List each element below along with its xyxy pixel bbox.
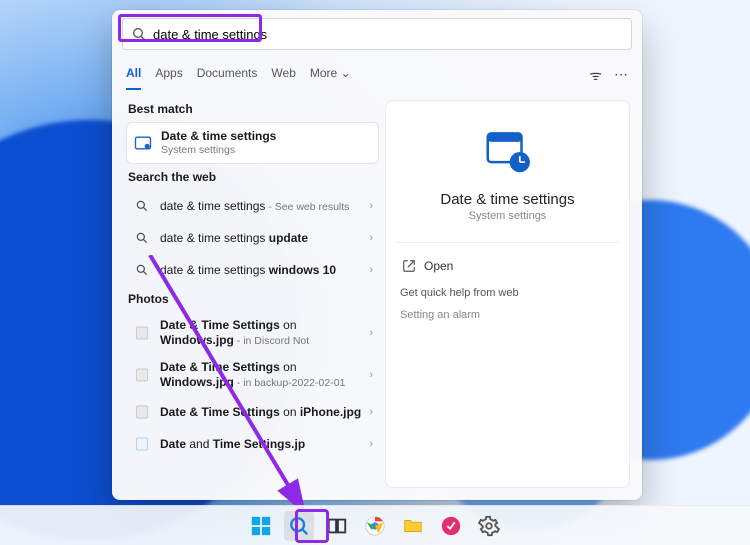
best-match-title: Date & time settings [161, 129, 276, 143]
web-result[interactable]: date & time settings update › [126, 222, 379, 254]
chevron-right-icon: › [363, 264, 373, 276]
tab-apps[interactable]: Apps [155, 60, 182, 90]
image-file-icon [132, 402, 152, 422]
detail-title: Date & time settings [440, 191, 574, 208]
chevron-right-icon: › [363, 369, 373, 381]
chrome-icon[interactable] [360, 511, 390, 541]
tabs: All Apps Documents Web More ⌄ [126, 60, 351, 90]
chevron-right-icon: › [363, 232, 373, 244]
settings-icon[interactable] [474, 511, 504, 541]
chevron-right-icon: › [363, 327, 373, 339]
search-bar-row [112, 10, 642, 54]
image-file-icon [132, 323, 152, 343]
date-time-icon [481, 125, 535, 179]
search-icon [132, 196, 152, 216]
search-input[interactable] [147, 27, 623, 42]
start-button[interactable] [246, 511, 276, 541]
section-best-match: Best match [128, 102, 379, 116]
photo-result[interactable]: Date and Time Settings.jp › [126, 428, 379, 460]
best-match-sub: System settings [161, 144, 372, 157]
chevron-right-icon: › [363, 200, 373, 212]
photo-result[interactable]: Date & Time Settings on Windows.jpg - in… [126, 312, 379, 354]
search-panel: All Apps Documents Web More ⌄ ᯤ ⋯ Best m… [112, 10, 642, 500]
taskbar [0, 505, 750, 545]
search-bar[interactable] [122, 18, 632, 50]
open-action[interactable]: Open [400, 253, 615, 279]
open-icon [402, 259, 416, 273]
tab-more[interactable]: More ⌄ [310, 60, 351, 90]
open-label: Open [424, 259, 453, 273]
quick-help-heading: Get quick help from web [400, 287, 615, 299]
search-button[interactable] [284, 511, 314, 541]
search-icon [132, 228, 152, 248]
chevron-right-icon: › [363, 406, 373, 418]
best-match-result[interactable]: Date & time settings System settings [126, 122, 379, 164]
chevron-right-icon: › [363, 438, 373, 450]
web-result[interactable]: date & time settings windows 10 › [126, 254, 379, 286]
chevron-down-icon: ⌄ [341, 66, 351, 80]
tab-documents[interactable]: Documents [197, 60, 258, 90]
section-photos: Photos [128, 292, 379, 306]
panel-top-actions: ᯤ ⋯ [589, 66, 628, 85]
section-search-web: Search the web [128, 170, 379, 184]
quick-suggestion[interactable]: Setting an alarm [400, 309, 615, 321]
settings-icon [133, 133, 153, 153]
tabs-row: All Apps Documents Web More ⌄ ᯤ ⋯ [112, 54, 642, 90]
web-result[interactable]: date & time settings - See web results › [126, 190, 379, 222]
photo-result[interactable]: Date & Time Settings on iPhone.jpg › [126, 396, 379, 428]
search-icon [132, 260, 152, 280]
results-column: Best match Date & time settings System s… [112, 90, 385, 500]
taskview-button[interactable] [322, 511, 352, 541]
tab-all[interactable]: All [126, 60, 141, 90]
photo-result[interactable]: Date & Time Settings on Windows.jpg - in… [126, 354, 379, 396]
detail-sub: System settings [469, 210, 547, 222]
image-file-icon [132, 365, 152, 385]
rewards-icon[interactable]: ᯤ [589, 66, 602, 85]
divider [396, 242, 619, 243]
search-icon [131, 26, 147, 42]
image-file-icon [132, 434, 152, 454]
more-icon[interactable]: ⋯ [614, 66, 628, 85]
detail-pane: Date & time settings System settings Ope… [385, 100, 630, 488]
tab-web[interactable]: Web [271, 60, 295, 90]
app-round-icon[interactable] [436, 511, 466, 541]
file-explorer-icon[interactable] [398, 511, 428, 541]
